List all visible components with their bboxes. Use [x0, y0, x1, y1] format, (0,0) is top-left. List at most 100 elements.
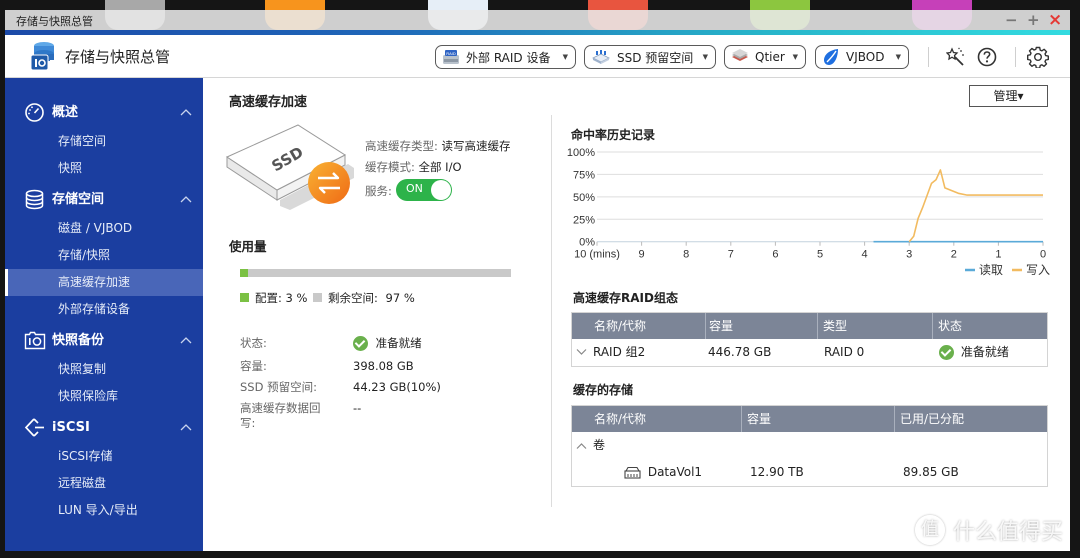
- gear-icon[interactable]: [1027, 46, 1049, 68]
- legend-label: 写入: [1026, 263, 1050, 277]
- vjbod-dropdown[interactable]: VJBOD ▼: [815, 45, 909, 69]
- cache-mode-label: 缓存模式:: [365, 160, 415, 174]
- volume-drive-icon: [624, 466, 641, 479]
- column-header-used-allocated[interactable]: 已用/已分配: [895, 406, 1047, 432]
- free-value: 97 %: [385, 291, 415, 305]
- qtier-dropdown[interactable]: Qtier ▼: [724, 45, 806, 69]
- cache-type-row: 高速缓存类型: 读写高速缓存: [365, 138, 511, 154]
- sidebar-section-iscsi[interactable]: iSCSI: [5, 414, 203, 441]
- ssd-overprovisioning-label: SSD 预留空间: [617, 50, 694, 65]
- volume-used: 89.85 GB: [903, 465, 959, 479]
- chart-series: [873, 169, 1043, 243]
- sidebar-section-label: 概述: [52, 105, 79, 120]
- configured-legend-swatch: [240, 293, 249, 302]
- app-header: 存储与快照总管 RAID 外部 RAID 设备 ▼ SSD 预留空间 ▼ Qti…: [5, 35, 1070, 78]
- column-header-capacity[interactable]: 容量: [742, 406, 895, 432]
- chevron-up-icon[interactable]: [180, 336, 192, 344]
- external-raid-device-dropdown[interactable]: RAID 外部 RAID 设备 ▼: [435, 45, 576, 69]
- status-label: 状态:: [240, 336, 267, 350]
- table-header: 名称/代称 容量 类型 状态: [572, 313, 1047, 339]
- usage-title: 使用量: [229, 239, 267, 254]
- cached-storage-table: 名称/代称 容量 已用/已分配 卷 DataVol1 12.90 TB 89.8…: [571, 405, 1048, 487]
- caret-down-icon: ▼: [562, 53, 568, 61]
- header-divider: [1015, 47, 1016, 67]
- sidebar-item-snapshot-replica[interactable]: 快照复制: [5, 356, 203, 383]
- sidebar-item-disks-vjbod[interactable]: 磁盘 / VJBOD: [5, 215, 203, 242]
- usage-progress-bar: [240, 269, 511, 277]
- table-group-row[interactable]: 卷: [572, 432, 1047, 459]
- sidebar-item-external-storage[interactable]: 外部存储设备: [5, 296, 203, 323]
- column-header-status[interactable]: 状态: [933, 313, 1047, 339]
- chevron-up-icon[interactable]: [180, 423, 192, 431]
- ssd-overprovisioning-dropdown[interactable]: SSD 预留空间 ▼: [584, 45, 716, 69]
- sidebar-item-iscsi-storage[interactable]: iSCSI存储: [5, 443, 203, 470]
- sidebar-item-overview-storage[interactable]: 存储空间: [5, 128, 203, 155]
- snapshot-backup-icon: [24, 331, 46, 350]
- y-tick-label: 25%: [573, 214, 595, 226]
- x-tick-label: 0: [1040, 249, 1046, 261]
- sidebar-item-label: iSCSI存储: [58, 449, 113, 463]
- sidebar-item-label: 快照: [58, 161, 83, 175]
- caret-down-icon: ▼: [792, 53, 798, 61]
- x-tick-label: 10 (mins): [574, 249, 620, 261]
- x-tick-label: 2: [951, 249, 957, 261]
- sidebar-item-lun-import-export[interactable]: LUN 导入/导出: [5, 497, 203, 524]
- chart-legend: 读取 写入: [965, 263, 1050, 277]
- table-row[interactable]: RAID 组2 446.78 GB RAID 0 准备就绪: [572, 339, 1047, 366]
- volume-capacity: 12.90 TB: [750, 465, 804, 479]
- iscsi-icon: [24, 418, 44, 437]
- raid-status: 准备就绪: [933, 339, 1047, 366]
- hit-rate-history-chart: 0% 25% 50% 75% 100% 10 (mins) 9 8 7 6 5 4 3 2 1 0 读取 写入: [567, 147, 1050, 277]
- sidebar-item-remote-disk[interactable]: 远程磁盘: [5, 470, 203, 497]
- column-header-capacity[interactable]: 容量: [706, 313, 818, 339]
- sidebar-section-snapshot-backup[interactable]: 快照备份: [5, 327, 203, 354]
- sidebar-item-storage-snapshots[interactable]: 存储/快照: [5, 242, 203, 269]
- caret-down-icon: ▼: [895, 53, 901, 61]
- close-button[interactable]: ×: [1048, 11, 1062, 29]
- ssd-illustration-icon: SSD: [225, 124, 354, 210]
- capacity-label: 容量:: [240, 359, 267, 373]
- chevron-up-icon[interactable]: [180, 108, 192, 116]
- service-toggle[interactable]: ON: [396, 179, 452, 201]
- table-header: 名称/代称 容量 已用/已分配: [572, 406, 1047, 432]
- y-tick-label: 100%: [567, 147, 595, 159]
- watermark: 值 什么值得买: [915, 514, 1063, 546]
- sidebar-section-storage[interactable]: 存储空间: [5, 186, 203, 213]
- vjbod-icon: [824, 49, 838, 65]
- manage-dropdown-button[interactable]: 管理▾: [969, 85, 1048, 107]
- x-tick-label: 6: [772, 249, 778, 261]
- chart-x-axis: 10 (mins) 9 8 7 6 5 4 3 2 1 0: [574, 241, 1046, 261]
- service-label: 服务:: [365, 184, 392, 198]
- help-icon[interactable]: [977, 47, 997, 67]
- maximize-button[interactable]: +: [1027, 11, 1040, 29]
- configured-value: 3 %: [285, 291, 308, 305]
- y-tick-label: 50%: [573, 192, 595, 204]
- table-row[interactable]: DataVol1 12.90 TB 89.85 GB: [572, 459, 1047, 486]
- database-icon: [25, 189, 44, 210]
- sidebar-item-label: 远程磁盘: [58, 476, 107, 490]
- sidebar: 概述 存储空间 快照 存储空间 磁盘 / VJBOD 存储/快照 高速缓存加速 …: [5, 78, 203, 551]
- column-header-type[interactable]: 类型: [818, 313, 933, 339]
- column-header-name[interactable]: 名称/代称: [572, 406, 742, 432]
- raid-device-icon: RAID: [443, 50, 459, 64]
- sidebar-item-overview-snapshots[interactable]: 快照: [5, 155, 203, 182]
- sidebar-section-label: 存储空间: [52, 192, 105, 207]
- window-titlebar[interactable]: 存储与快照总管 − + ×: [5, 10, 1070, 30]
- sidebar-section-overview[interactable]: 概述: [5, 99, 203, 126]
- free-legend: 剩余空间: 97 %: [328, 290, 415, 306]
- x-tick-label: 4: [862, 249, 868, 261]
- chart-y-axis: 0% 25% 50% 75% 100%: [567, 147, 595, 249]
- minimize-button[interactable]: −: [1005, 11, 1018, 29]
- sidebar-item-snapshot-vault[interactable]: 快照保险库: [5, 383, 203, 410]
- sidebar-item-label: 外部存储设备: [58, 302, 131, 316]
- free-label: 剩余空间:: [328, 291, 378, 305]
- service-row: 服务:: [365, 183, 392, 199]
- dashboard-icon: [25, 103, 44, 122]
- wand-icon[interactable]: [946, 47, 966, 67]
- status-ready-icon: [353, 336, 368, 351]
- x-tick-label: 1: [995, 249, 1001, 261]
- sidebar-item-cache-acceleration[interactable]: 高速缓存加速: [5, 269, 203, 296]
- y-tick-label: 0%: [579, 237, 595, 249]
- chevron-up-icon[interactable]: [180, 195, 192, 203]
- column-header-name[interactable]: 名称/代称: [572, 313, 706, 339]
